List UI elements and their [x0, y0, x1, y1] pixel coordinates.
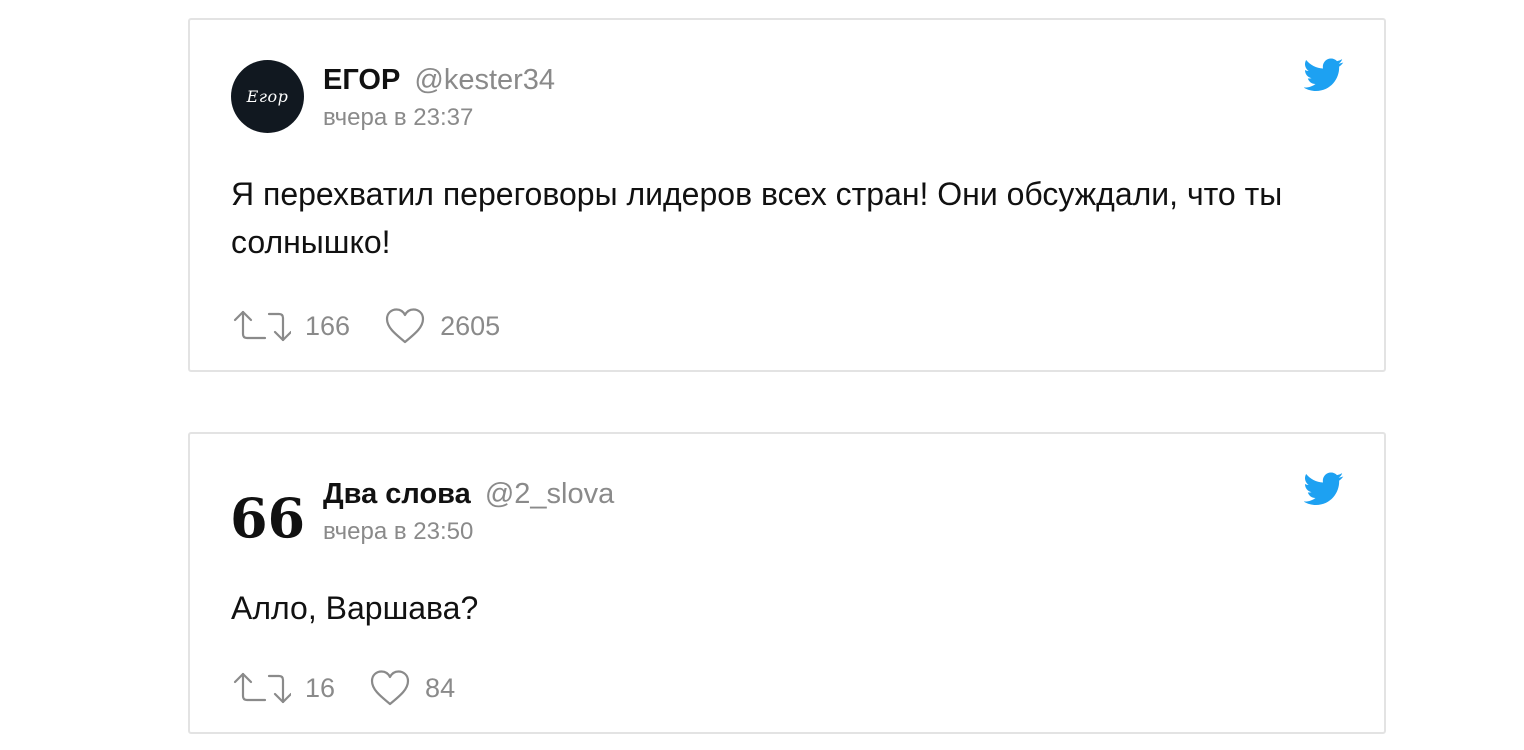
author-handle[interactable]: @kester34: [414, 64, 555, 96]
like-count: 2605: [440, 310, 501, 341]
author-name[interactable]: ЕГОР: [323, 64, 400, 96]
avatar-logo-text: Егор: [246, 87, 289, 106]
heart-icon: [385, 308, 425, 344]
author-name[interactable]: Два слова: [323, 478, 471, 510]
like-count: 84: [425, 672, 456, 703]
retweet-button[interactable]: 166: [231, 308, 350, 344]
retweet-count: 16: [305, 672, 336, 703]
tweet-header: ЕГОР @kester34 вчера в 23:37: [323, 62, 555, 133]
tweet-actions: 166 2605: [231, 307, 500, 345]
heart-icon: [370, 670, 410, 706]
tweet-header: Два слова @2_slova вчера в 23:50: [323, 476, 614, 547]
retweet-button[interactable]: 16: [231, 670, 335, 706]
twitter-bird-icon[interactable]: [1304, 58, 1344, 92]
like-button[interactable]: 84: [369, 669, 455, 707]
like-button[interactable]: 2605: [384, 307, 500, 345]
avatar[interactable]: 99: [229, 474, 306, 549]
retweet-count: 166: [305, 310, 351, 341]
timestamp[interactable]: вчера в 23:50: [323, 517, 614, 547]
tweet-text: Алло, Варшава?: [231, 590, 479, 626]
avatar-quote-text: 99: [229, 484, 306, 549]
retweet-icon: [233, 672, 291, 704]
twitter-bird-icon[interactable]: [1304, 472, 1344, 506]
timestamp[interactable]: вчера в 23:37: [323, 103, 555, 133]
retweet-icon: [233, 310, 291, 342]
tweet-actions: 16 84: [231, 669, 455, 707]
tweet-card: 99 Два слова @2_slova вчера в 23:50 Алло…: [188, 432, 1386, 734]
tweet-text: Я перехватил переговоры лидеров всех стр…: [231, 176, 1283, 260]
tweet-card: Егор ЕГОР @kester34 вчера в 23:37 Я пере…: [188, 18, 1386, 372]
avatar[interactable]: Егор: [231, 60, 304, 133]
author-handle[interactable]: @2_slova: [485, 478, 614, 510]
